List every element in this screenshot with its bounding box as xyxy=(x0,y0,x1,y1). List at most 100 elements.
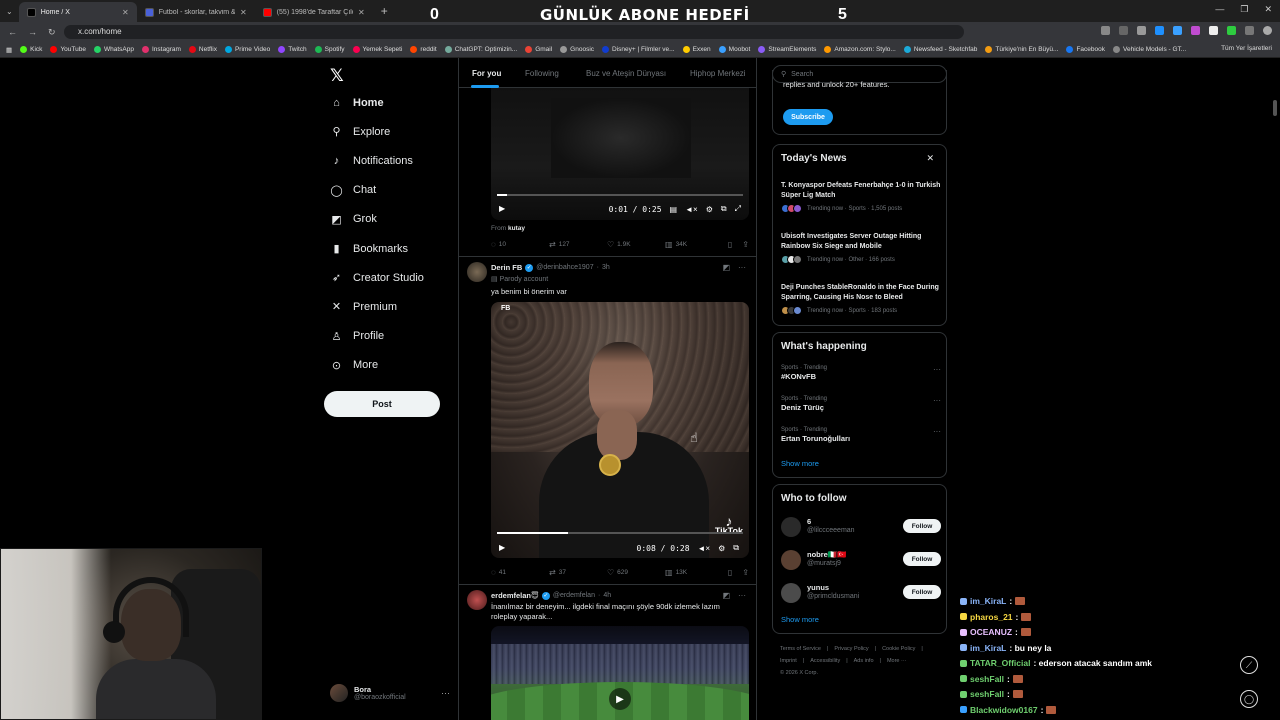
news-item[interactable]: Deji Punches StableRonaldo in the Face D… xyxy=(781,283,941,315)
bookmark-icon[interactable]: ▯ xyxy=(728,240,732,249)
sidebar-item-explore[interactable]: ⚲ Explore xyxy=(330,125,390,139)
play-icon[interactable]: ▶ xyxy=(499,204,505,213)
footer-link[interactable]: Cookie Policy xyxy=(882,646,915,652)
tab-following[interactable]: Following xyxy=(525,69,559,78)
avatar[interactable] xyxy=(781,583,801,603)
follow-button[interactable]: Follow xyxy=(903,519,941,533)
x-logo-icon[interactable]: 𝕏 xyxy=(330,66,344,86)
chat-username[interactable]: Blackwidow0167 xyxy=(970,705,1038,715)
browser-tab-1[interactable]: Home / X ✕ xyxy=(18,2,137,22)
extension-icon[interactable] xyxy=(1119,26,1128,35)
more-dots-icon[interactable]: ··· xyxy=(738,591,746,600)
chat-username[interactable]: TATAR_Official xyxy=(970,658,1030,668)
chat-username[interactable]: seshFall xyxy=(970,689,1004,699)
like-button[interactable]: ♡ 629 xyxy=(607,568,665,577)
extension-icon[interactable] xyxy=(1173,26,1182,35)
views-button[interactable]: ▥ 13K xyxy=(665,568,723,577)
chat-username[interactable]: OCEANUZ xyxy=(970,627,1012,637)
fullscreen-icon[interactable]: ⤢ xyxy=(735,204,741,214)
sidebar-item-profile[interactable]: ♙ Profile xyxy=(330,330,385,343)
account-switcher[interactable]: Bora @boraozkofficial ··· xyxy=(330,684,450,702)
bookmark-item[interactable]: Gmail xyxy=(525,46,552,53)
reload-icon[interactable]: ↻ xyxy=(48,27,60,38)
reply-button[interactable]: ◌ 41 xyxy=(491,568,549,577)
bookmark-item[interactable]: Vehicle Models - GT... xyxy=(1113,46,1186,53)
mute-icon[interactable]: ◄× xyxy=(685,205,698,214)
close-tab-icon[interactable]: ✕ xyxy=(122,8,129,17)
chat-username[interactable]: im_KiraL xyxy=(970,596,1006,606)
forward-icon[interactable]: → xyxy=(28,27,40,37)
play-icon[interactable]: ▶ xyxy=(499,543,505,552)
tab-buz-ve-atesin-dunyasi[interactable]: Buz ve Ateşin Dünyası xyxy=(586,69,666,78)
all-bookmarks-link[interactable]: Tüm Yer İşaretleri xyxy=(1221,45,1272,52)
follow-suggestion[interactable]: 6 @lilccceeeman Follow xyxy=(781,515,941,539)
footer-link[interactable]: © 2026 X Corp. xyxy=(780,670,818,676)
more-dots-icon[interactable]: ··· xyxy=(441,688,450,698)
tweet-video-player[interactable]: FB ♪ TikTok ▶ 0:08 / 0:28 ◄× ⚙ ⧉ xyxy=(491,302,749,558)
footer-link[interactable]: Accessibility xyxy=(810,658,840,664)
grok-icon[interactable]: ◩ xyxy=(722,591,730,600)
chat-username[interactable]: seshFall xyxy=(970,674,1004,684)
more-dots-icon[interactable]: ··· xyxy=(933,396,941,405)
bookmark-item[interactable]: Türkiye'nin En Büyü... xyxy=(985,46,1058,53)
play-icon[interactable]: ▶ xyxy=(609,688,631,710)
extension-icon[interactable] xyxy=(1227,26,1236,35)
avatar[interactable] xyxy=(781,517,801,537)
bookmark-item[interactable]: Spotify xyxy=(314,46,345,53)
avatar[interactable] xyxy=(781,550,801,570)
chat-username[interactable]: pharos_21 xyxy=(970,612,1013,622)
author-handle[interactable]: @erdemfelan xyxy=(553,592,595,599)
trend-item[interactable]: Sports · Trending Deniz Türüç ··· xyxy=(781,396,941,412)
more-dots-icon[interactable]: ··· xyxy=(738,263,746,272)
news-item[interactable]: T. Konyaspor Defeats Fenerbahçe 1-0 in T… xyxy=(781,181,941,213)
follow-suggestion[interactable]: yunus @primcldusmani Follow xyxy=(781,581,941,605)
post-button[interactable]: Post xyxy=(324,391,440,417)
bookmark-item[interactable]: YouTube xyxy=(50,46,86,53)
bookmark-item[interactable]: Instagram xyxy=(141,46,181,53)
sidebar-item-notifications[interactable]: ♪ Notifications xyxy=(330,154,413,167)
author-name[interactable]: erdemfelan😇 xyxy=(491,591,539,600)
grok-icon[interactable]: ◩ xyxy=(722,263,730,272)
author-name[interactable]: Derin FB xyxy=(491,263,522,272)
bookmark-item[interactable]: Twitch xyxy=(278,46,307,53)
close-tab-icon[interactable]: ✕ xyxy=(240,8,247,17)
bookmark-item[interactable]: reddit xyxy=(410,46,437,53)
browser-tab-2[interactable]: Futbol - skorlar, takvim & oranlar ✕ xyxy=(137,2,255,22)
chat-username[interactable]: im_KiraL xyxy=(970,643,1006,653)
extension-icon[interactable] xyxy=(1101,26,1110,35)
bookmark-item[interactable]: Prime Video xyxy=(224,46,270,53)
bookmark-item[interactable]: Yemek Sepeti xyxy=(352,46,402,53)
bookmark-icon[interactable]: ▯ xyxy=(728,568,732,577)
bookmark-item[interactable]: Amazon.com: Stylo... xyxy=(824,46,896,53)
bookmark-item[interactable]: Disney+ | Filmler ve... xyxy=(602,46,675,53)
bookmark-item[interactable]: Exxen xyxy=(682,46,711,53)
bookmark-item[interactable]: Moobot xyxy=(718,46,750,53)
tweet-age[interactable]: 4h xyxy=(603,592,611,599)
bookmark-item[interactable]: Kick xyxy=(20,46,42,53)
share-icon[interactable]: ⇪ xyxy=(742,568,749,577)
sidebar-item-creator-studio[interactable]: ➶ Creator Studio xyxy=(330,271,424,285)
reply-button[interactable]: ◌ 10 xyxy=(491,240,549,249)
extension-icon[interactable] xyxy=(1245,26,1254,35)
sidebar-item-bookmarks[interactable]: ▮ Bookmarks xyxy=(330,242,408,256)
repost-button[interactable]: ⇄ 37 xyxy=(549,568,607,577)
footer-link[interactable]: Privacy Policy xyxy=(834,646,868,652)
trend-item[interactable]: Sports · Trending #KONvFB ··· xyxy=(781,365,941,381)
footer-link[interactable]: More ··· xyxy=(887,658,907,664)
leaf-icon[interactable]: ⟋ xyxy=(1240,656,1258,674)
tab-for-you[interactable]: For you xyxy=(472,69,501,78)
tab-search-icon[interactable]: ⌄ xyxy=(6,7,13,16)
more-dots-icon[interactable]: ··· xyxy=(933,427,941,436)
footer-link[interactable]: Imprint xyxy=(780,658,797,664)
extension-icon[interactable] xyxy=(1155,26,1164,35)
close-tab-icon[interactable]: ✕ xyxy=(358,8,365,17)
new-tab-button[interactable]: + xyxy=(381,4,388,18)
tweet-age[interactable]: 3h xyxy=(602,264,610,271)
url-input[interactable]: x.com/home xyxy=(64,25,964,39)
browser-tab-3[interactable]: (55) 1998'de Taraftar Çıldırdı! F... ✕ xyxy=(255,2,373,22)
maximize-icon[interactable]: ❐ xyxy=(1240,4,1248,15)
star-icon[interactable] xyxy=(1137,26,1146,35)
minimize-icon[interactable]: — xyxy=(1215,4,1224,15)
bookmark-item[interactable]: ChatGPT: Optimizin... xyxy=(444,46,517,53)
bookmark-item[interactable]: WhatsApp xyxy=(93,46,134,53)
